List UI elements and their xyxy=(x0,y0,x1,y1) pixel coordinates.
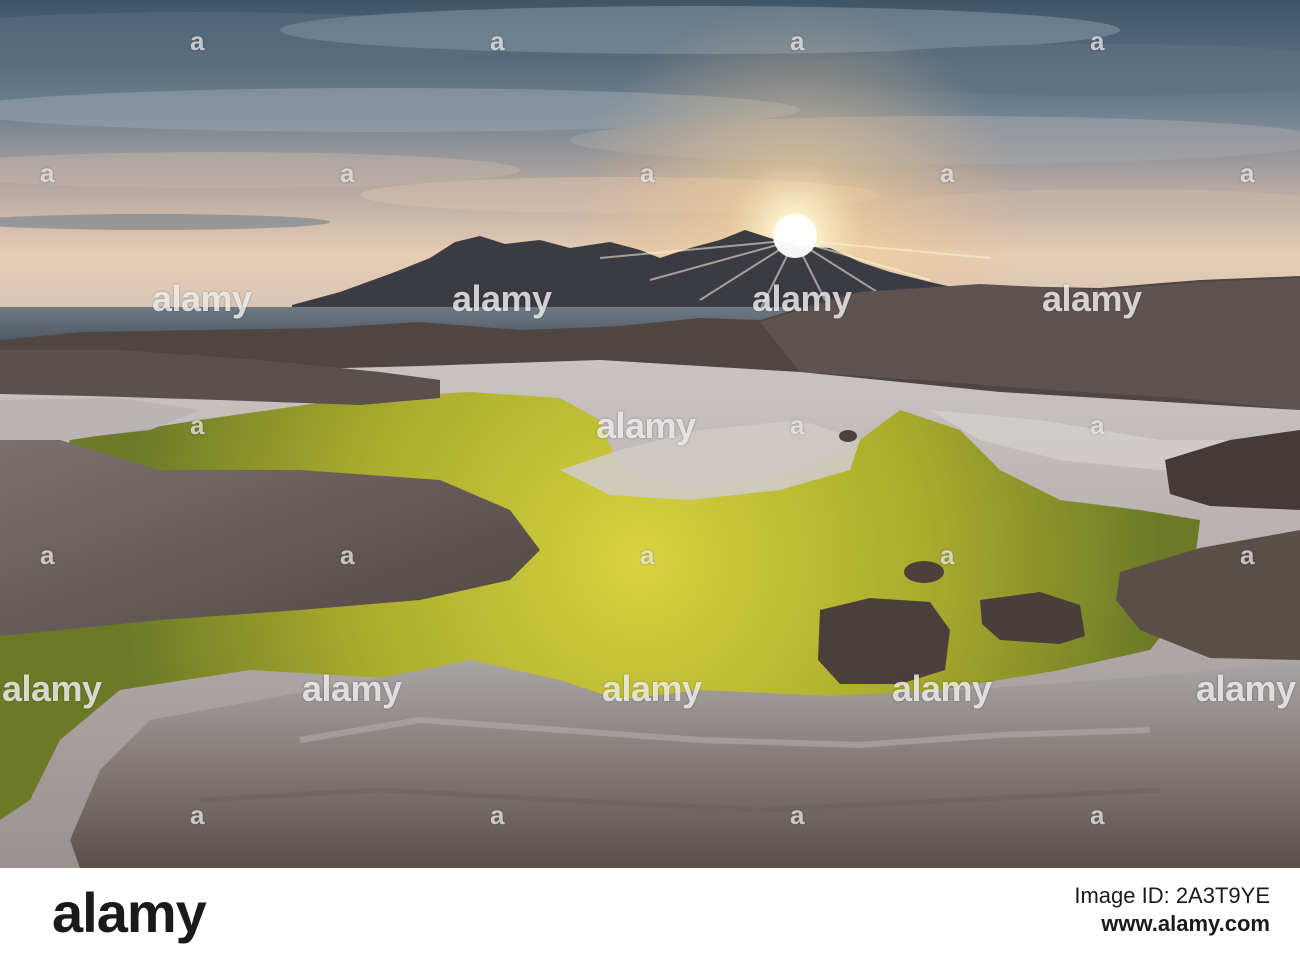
watermark-a: a xyxy=(790,410,805,440)
watermark-a: a xyxy=(190,26,205,56)
watermark-wordmark: alamy xyxy=(1042,278,1142,319)
watermark-a: a xyxy=(940,158,955,188)
watermark-wordmark: alamy xyxy=(602,668,702,709)
watermark-wordmark: alamy xyxy=(892,668,992,709)
watermark-a: a xyxy=(940,540,955,570)
watermark-wordmark: alamy xyxy=(752,278,852,319)
watermark-a: a xyxy=(790,800,805,830)
image-id: Image ID: 2A3T9YE xyxy=(1074,883,1270,908)
watermark-a: a xyxy=(490,26,505,56)
watermark-a: a xyxy=(640,540,655,570)
watermark-a: a xyxy=(1090,800,1105,830)
watermark-a: a xyxy=(1090,410,1105,440)
stock-photo-frame: a a a a a a a a a alamy alamy alamy alam… xyxy=(0,0,1300,958)
watermark-a: a xyxy=(790,26,805,56)
watermark-a: a xyxy=(340,540,355,570)
watermark-wordmark: alamy xyxy=(152,278,252,319)
watermark-a: a xyxy=(1090,26,1105,56)
watermark-a: a xyxy=(1240,158,1255,188)
watermark-a: a xyxy=(40,158,55,188)
watermark-a: a xyxy=(190,800,205,830)
watermark-a: a xyxy=(340,158,355,188)
watermark-wordmark: alamy xyxy=(1196,668,1296,709)
landscape-photo: a a a a a a a a a alamy alamy alamy alam… xyxy=(0,0,1300,868)
watermark-wordmark: alamy xyxy=(596,405,696,446)
footer-info: Image ID: 2A3T9YE www.alamy.com xyxy=(1074,882,1270,938)
watermark-wordmark: alamy xyxy=(302,668,402,709)
watermark-a: a xyxy=(1240,540,1255,570)
alamy-logo: alamy xyxy=(52,881,207,944)
watermark-a: a xyxy=(190,410,205,440)
watermark-wordmark: alamy xyxy=(2,668,102,709)
watermark-a: a xyxy=(40,540,55,570)
watermark-a: a xyxy=(640,158,655,188)
watermark-a: a xyxy=(490,800,505,830)
site-url[interactable]: www.alamy.com xyxy=(1074,910,1270,938)
sun xyxy=(773,214,817,258)
pebble xyxy=(904,561,944,583)
watermark-wordmark: alamy xyxy=(452,278,552,319)
pebble-far xyxy=(839,430,857,442)
stock-footer: alamy Image ID: 2A3T9YE www.alamy.com xyxy=(0,868,1300,958)
